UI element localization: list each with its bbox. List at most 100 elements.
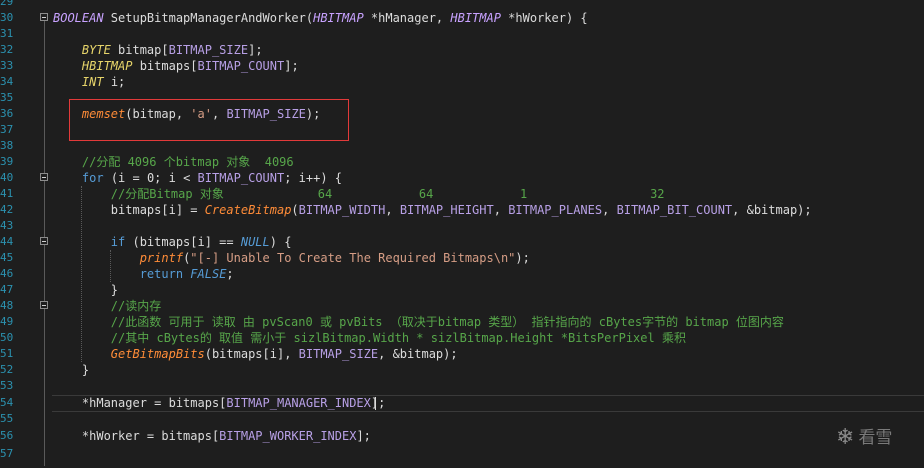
code-line[interactable]: 39 //分配 4096 个bitmap 对象 4096 [0, 154, 924, 170]
line-number: 42 [0, 203, 14, 216]
code-line[interactable]: 52 } [0, 362, 924, 378]
code-text: HBITMAP bitmaps[BITMAP_COUNT]; [53, 58, 299, 74]
line-number: 50 [0, 331, 14, 344]
code-token: //分配 4096 个bitmap 对象 4096 [81, 155, 294, 169]
code-token: BITMAP_COUNT [197, 171, 285, 185]
code-line[interactable]: 57 [0, 446, 924, 462]
code-token: BITMAP_COUNT [197, 59, 285, 73]
code-line[interactable]: 51 GetBitmapBits(bitmaps[i], BITMAP_SIZE… [0, 346, 924, 362]
line-number: 30 [0, 11, 14, 24]
text-caret [375, 397, 376, 410]
code-token: BITMAP_SIZE [226, 107, 306, 121]
code-token: INT [81, 75, 104, 89]
code-line[interactable]: 37 [0, 122, 924, 138]
code-token: (i = 0; i < [103, 171, 198, 185]
code-text: printf("[-] Unable To Create The Require… [53, 250, 530, 266]
code-line[interactable]: 33 HBITMAP bitmaps[BITMAP_COUNT]; [0, 58, 924, 74]
code-line[interactable]: 53 [0, 378, 924, 394]
code-line[interactable]: 50 //其中 cBytes的 取值 需小于 sizlBitmap.Width … [0, 330, 924, 346]
code-token: (bitmaps[i], [204, 347, 299, 361]
code-token: bitmaps[ [132, 59, 198, 73]
code-token: } [53, 363, 90, 377]
code-token: ]; [356, 429, 371, 443]
code-token: *hManager, [363, 11, 451, 25]
code-token: ]; [248, 43, 263, 57]
code-line[interactable]: 36 memset(bitmap, 'a', BITMAP_SIZE); [0, 106, 924, 122]
code-token: ) { [269, 235, 292, 249]
code-token: GetBitmapBits [110, 347, 205, 361]
line-number: 38 [0, 139, 14, 152]
code-token: ); [305, 107, 321, 121]
code-text: bitmaps[i] = CreateBitmap(BITMAP_WIDTH , … [53, 202, 812, 218]
line-number: 49 [0, 315, 14, 328]
code-token: HBITMAP [313, 11, 364, 25]
code-text: //分配 4096 个bitmap 对象 4096 [53, 154, 294, 170]
code-line[interactable]: 41 //分配Bitmap 对象 64 64 1 32 [0, 186, 924, 202]
code-line[interactable]: 54 *hManager = bitmaps[BITMAP_MANAGER_IN… [0, 395, 924, 411]
line-number: 56 [0, 429, 14, 442]
code-line[interactable]: 44 if (bitmaps[i] == NULL) { [0, 234, 924, 250]
code-line[interactable]: 46 return FALSE; [0, 266, 924, 282]
code-text: //分配Bitmap 对象 64 64 1 32 [53, 186, 665, 202]
code-token: BOOLEAN [53, 11, 104, 25]
code-line[interactable]: 49 //此函数 可用于 读取 由 pvScan0 或 pvBits （取决于b… [0, 314, 924, 330]
line-number: 37 [0, 123, 14, 136]
code-text: for (i = 0; i < BITMAP_COUNT; i++) { [53, 170, 342, 186]
code-line[interactable]: 42 bitmaps[i] = CreateBitmap(BITMAP_WIDT… [0, 202, 924, 218]
code-text: //此函数 可用于 读取 由 pvScan0 或 pvBits （取决于bitm… [53, 314, 784, 330]
code-line[interactable]: 31 [0, 26, 924, 42]
line-number: 54 [0, 396, 14, 409]
code-token: *hManager = bitmaps[ [53, 396, 227, 410]
line-number: 40 [0, 171, 14, 184]
line-number: 35 [0, 91, 14, 104]
code-token: *hWorker) { [500, 11, 588, 25]
code-line[interactable]: 45 printf("[-] Unable To Create The Requ… [0, 250, 924, 266]
code-token: //其中 cBytes的 取值 需小于 sizlBitmap.Width * s… [110, 331, 686, 345]
line-number: 43 [0, 219, 14, 232]
code-token: NULL [240, 235, 270, 249]
code-token: i; [103, 75, 126, 89]
code-line[interactable]: 32 BYTE bitmap[BITMAP_SIZE]; [0, 42, 924, 58]
code-token: 'a' [190, 107, 212, 121]
code-text: if (bitmaps[i] == NULL) { [53, 234, 292, 250]
fold-toggle-icon[interactable] [40, 173, 48, 181]
code-line[interactable]: 29 [0, 0, 924, 10]
code-line[interactable]: 38 [0, 138, 924, 154]
code-line[interactable]: 56 *hWorker = bitmaps[BITMAP_WORKER_INDE… [0, 428, 924, 444]
code-line[interactable]: 55 [0, 411, 924, 427]
code-text: BYTE bitmap[BITMAP_SIZE]; [53, 42, 263, 58]
code-text: BOOLEAN SetupBitmapManagerAndWorker(HBIT… [53, 10, 588, 26]
line-number: 41 [0, 187, 14, 200]
snowflake-icon: ❄ [836, 425, 855, 450]
line-number: 47 [0, 283, 14, 296]
code-line[interactable]: 30 BOOLEAN SetupBitmapManagerAndWorker(HB… [0, 10, 924, 26]
code-token: ]; [284, 59, 299, 73]
code-line[interactable]: 43 [0, 218, 924, 234]
fold-toggle-icon[interactable] [40, 301, 48, 309]
code-token: //读内存 [110, 299, 162, 313]
code-text: //读内存 [53, 298, 161, 314]
fold-toggle-icon[interactable] [40, 13, 48, 21]
line-number: 39 [0, 155, 14, 168]
line-number: 46 [0, 267, 14, 280]
code-line[interactable]: 48 //读内存 [0, 298, 924, 314]
code-token: } [53, 283, 119, 297]
fold-toggle-icon[interactable] [40, 237, 48, 245]
code-line[interactable]: 35 [0, 90, 924, 106]
code-text: //其中 cBytes的 取值 需小于 sizlBitmap.Width * s… [53, 330, 686, 346]
code-token: , &bitmap); [732, 203, 812, 217]
code-line[interactable]: 47 } [0, 282, 924, 298]
line-number: 31 [0, 27, 14, 40]
code-line[interactable]: 34 INT i; [0, 74, 924, 90]
watermark: ❄ 看雪 [836, 424, 892, 452]
code-token: BITMAP_WORKER_INDEX [219, 429, 357, 443]
code-line[interactable]: 40 for (i = 0; i < BITMAP_COUNT; i++) { [0, 170, 924, 186]
code-token: , [493, 203, 509, 217]
